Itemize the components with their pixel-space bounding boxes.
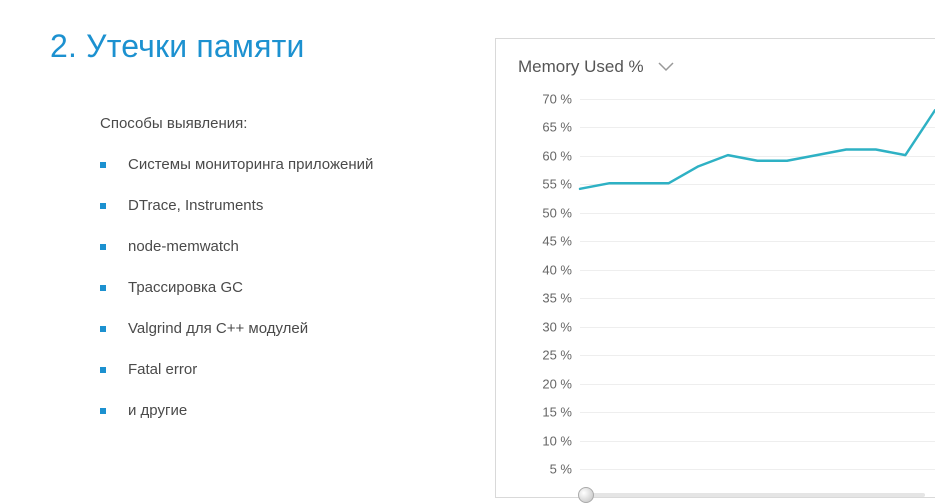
- bullet-list: Системы мониторинга приложений DTrace, I…: [100, 156, 470, 419]
- bullet-text: Трассировка GC: [128, 279, 243, 296]
- bullet-text: и другие: [128, 402, 187, 419]
- slide: 2. Утечки памяти Способы выявления: Сист…: [0, 0, 935, 504]
- y-tick-label: 5 %: [522, 462, 572, 477]
- chart-header[interactable]: Memory Used %: [496, 39, 935, 91]
- chevron-down-icon: [658, 62, 674, 72]
- bullet-text: Fatal error: [128, 361, 197, 378]
- bullet-text: DTrace, Instruments: [128, 197, 263, 214]
- list-item: Системы мониторинга приложений: [100, 156, 470, 173]
- y-tick-label: 10 %: [522, 433, 572, 448]
- bullet-icon: [100, 367, 106, 373]
- bullet-icon: [100, 244, 106, 250]
- y-tick-label: 40 %: [522, 262, 572, 277]
- y-tick-label: 60 %: [522, 148, 572, 163]
- list-item: и другие: [100, 402, 470, 419]
- list-item: Трассировка GC: [100, 279, 470, 296]
- y-tick-label: 25 %: [522, 348, 572, 363]
- bullet-icon: [100, 285, 106, 291]
- bullet-icon: [100, 203, 106, 209]
- bullet-text: node-memwatch: [128, 238, 239, 255]
- grid-line: [580, 469, 935, 470]
- y-tick-label: 20 %: [522, 376, 572, 391]
- time-slider[interactable]: [580, 493, 925, 497]
- chart-panel: Memory Used % 70 % 65 % 60 % 55 % 50 % 45 % 40…: [495, 38, 935, 498]
- y-tick-label: 65 %: [522, 120, 572, 135]
- subheading: Способы выявления:: [100, 115, 470, 132]
- list-item: Valgrind для C++ модулей: [100, 320, 470, 337]
- list-item: DTrace, Instruments: [100, 197, 470, 214]
- y-tick-label: 50 %: [522, 205, 572, 220]
- bullet-icon: [100, 162, 106, 168]
- y-tick-label: 30 %: [522, 319, 572, 334]
- chart-title: Memory Used %: [518, 57, 644, 77]
- bullet-icon: [100, 326, 106, 332]
- chart-body: 70 % 65 % 60 % 55 % 50 % 45 % 40 % 35 % 30 % 25 %…: [496, 91, 935, 491]
- y-tick-label: 45 %: [522, 234, 572, 249]
- y-tick-label: 15 %: [522, 405, 572, 420]
- slider-thumb-icon[interactable]: [578, 487, 594, 503]
- chart-line: [580, 99, 935, 464]
- bullet-text: Valgrind для C++ модулей: [128, 320, 308, 337]
- left-column: Способы выявления: Системы мониторинга п…: [50, 115, 470, 443]
- y-tick-label: 55 %: [522, 177, 572, 192]
- list-item: node-memwatch: [100, 238, 470, 255]
- chart-plot: [580, 99, 935, 469]
- y-tick-label: 35 %: [522, 291, 572, 306]
- y-tick-label: 70 %: [522, 92, 572, 107]
- bullet-text: Системы мониторинга приложений: [128, 156, 373, 173]
- bullet-icon: [100, 408, 106, 414]
- list-item: Fatal error: [100, 361, 470, 378]
